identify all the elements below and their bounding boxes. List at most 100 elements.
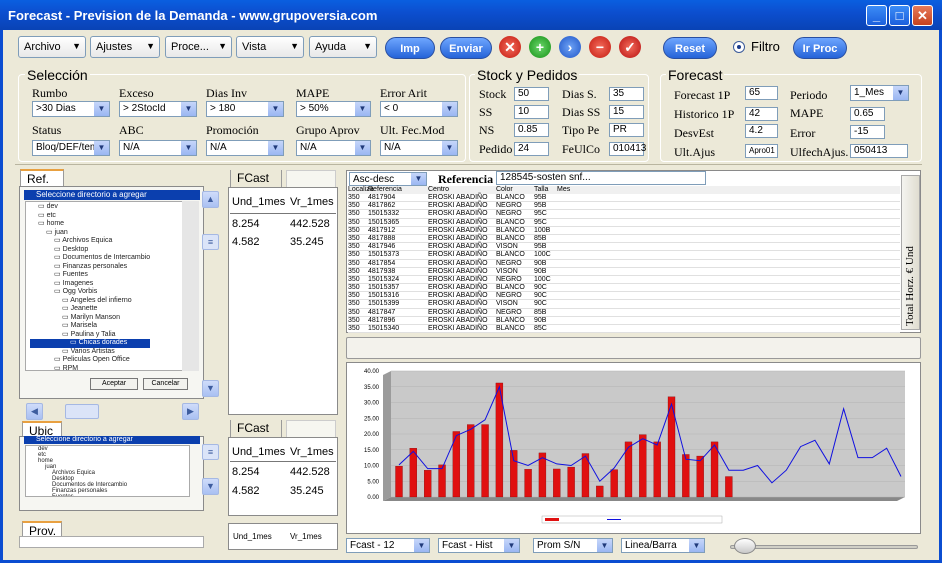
ult-ajus-field[interactable]: Apro01 [745,144,778,158]
tree-item[interactable]: Fuentes [31,494,127,496]
fcast12-select[interactable]: Fcast - 12 ▼ [346,538,430,553]
grid-column-header[interactable]: Referencia [368,186,402,193]
tab-fcast[interactable]: FCast [230,170,282,188]
tipo-pe-field[interactable]: PR [609,123,644,137]
tree-item[interactable]: ▭ home [30,220,150,229]
scroll-thumb[interactable]: ≡ [202,234,219,250]
mape-fc-field[interactable]: 0.65 [850,107,885,121]
menu-vista[interactable]: Vista ▼ [236,36,304,58]
cancel-tree-button[interactable]: Cancelar [143,378,188,390]
historico-1p-field[interactable]: 42 [745,107,778,121]
h-scroll-thumb[interactable] [65,404,99,419]
sort-select[interactable]: Asc-desc ▼ [349,172,427,186]
ss-field[interactable]: 10 [514,105,549,119]
minimize-button[interactable]: _ [866,5,887,26]
tree-item[interactable]: ▭ Imagenes [30,280,150,289]
tree-item[interactable]: ▭ Ogg Vorbis [30,288,150,297]
menu-procesos[interactable]: Proce... ▼ [165,36,232,58]
tree-item[interactable]: ▭ Archivos Equica [30,237,150,246]
reset-button[interactable]: Reset [663,37,717,59]
table-row[interactable]: 350 4817912 EROSKI ABADIÑO BLANCO 100B [348,227,900,235]
mape-select[interactable]: > 50% ▼ [296,101,371,117]
cancel-icon[interactable]: ✕ [499,36,521,58]
table-row[interactable]: 350 4817854 EROSKI ABADIÑO NEGRO 90B [348,260,900,268]
ns-field[interactable]: 0.85 [514,123,549,137]
referencia-field[interactable]: 128545-sosten snf... [496,171,706,185]
zoom-slider-thumb[interactable] [734,538,756,554]
check-icon[interactable]: ✓ [619,36,641,58]
table-row[interactable]: 350 15015365 EROSKI ABADIÑO BLANCO 95C [348,219,900,227]
desvest-field[interactable]: 4.2 [745,124,778,138]
tree-item[interactable]: ▭ Documentos de Intercambio [30,254,150,263]
tree-item[interactable]: ▭ Varios Artistas [30,348,150,357]
ult-fec-mod-select[interactable]: N/A ▼ [380,140,458,156]
feulco-field[interactable]: 010413 [609,142,646,156]
grupo-aprov-select[interactable]: N/A ▼ [296,140,371,156]
grid-column-header[interactable]: Color [496,186,513,193]
close-button[interactable]: ✕ [912,5,933,26]
tab-fcast-empty[interactable] [286,170,336,188]
stock-field[interactable]: 50 [514,87,549,101]
imp-button[interactable]: Imp [385,37,435,59]
filtro-radio[interactable] [733,41,745,53]
scroll-left-icon[interactable]: ◀ [26,403,43,420]
zoom-slider-track[interactable] [730,545,918,549]
error-fc-field[interactable]: -15 [850,125,885,139]
scroll-down-icon[interactable]: ▼ [202,380,219,397]
irproc-button[interactable]: Ir Proc [793,37,847,59]
linea-barra-select[interactable]: Linea/Barra ▼ [621,538,705,553]
enviar-button[interactable]: Enviar [440,37,492,59]
scroll-thumb-2[interactable]: ≡ [202,444,219,460]
next-icon[interactable]: › [559,36,581,58]
error-arit-select[interactable]: < 0 ▼ [380,101,458,117]
tab-fcast-2-empty[interactable] [286,420,336,438]
status-select[interactable]: Bloq/DEF/tem ▼ [32,140,110,156]
table-row[interactable]: 350 4817938 EROSKI ABADIÑO VISON 90B [348,268,900,276]
tree-item[interactable]: ▭ Desktop [30,246,150,255]
menu-ajustes[interactable]: Ajustes ▼ [90,36,160,58]
tree-item[interactable]: ▭ Fuentes [30,271,150,280]
scroll-right-icon[interactable]: ▶ [182,403,199,420]
pedido-field[interactable]: 24 [514,142,549,156]
tree-item[interactable]: ▭ RPM [30,365,150,374]
table-row[interactable]: 350 15015373 EROSKI ABADIÑO BLANCO 100C [348,251,900,260]
promocion-select[interactable]: N/A ▼ [206,140,284,156]
tree-item[interactable]: ▭ Angeles del infierno [30,297,150,306]
table-row[interactable]: 350 4817888 EROSKI ABADIÑO BLANCO 85B [348,235,900,244]
dias-ss-field[interactable]: 15 [609,105,644,119]
scroll-up-icon[interactable]: ▲ [202,191,219,208]
abc-select[interactable]: N/A ▼ [119,140,197,156]
exceso-select[interactable]: > 2StocId ▼ [119,101,197,117]
table-row[interactable]: 350 4817904 EROSKI ABADIÑO BLANCO 95B [348,194,900,203]
grid-column-header[interactable]: Talla [534,186,548,193]
scroll-down-icon-2[interactable]: ▼ [202,478,219,495]
grid-column-header[interactable]: Centro [428,186,449,193]
forecast-1p-field[interactable]: 65 [745,86,778,100]
prom-sn-select[interactable]: Prom S/N ▼ [533,538,613,553]
remove-icon[interactable]: − [589,36,611,58]
tree-item[interactable]: ▭ Marisela [30,322,150,331]
table-row[interactable]: 350 15015399 EROSKI ABADIÑO VISON 90C [348,300,900,309]
maximize-button[interactable]: □ [889,5,910,26]
tree-scrollbar[interactable] [182,201,199,371]
tree-item[interactable]: ▭ Jeanette [30,305,150,314]
fcast-hist-select[interactable]: Fcast - Hist ▼ [438,538,520,553]
ulfech-ajus-field[interactable]: 050413 [850,144,908,158]
tree-item[interactable]: ▭ Finanzas personales [30,263,150,272]
dias-inv-select[interactable]: > 180 ▼ [206,101,284,117]
tree-item[interactable]: ▭ dev [30,203,150,212]
table-row[interactable]: 350 4817847 EROSKI ABADIÑO NEGRO 85B [348,309,900,317]
grid-column-header[interactable]: Mes [557,186,570,193]
tree-item[interactable]: ▭ Peliculas Open Office [30,356,150,365]
tree-item[interactable]: ▭ Marilyn Manson [30,314,150,323]
menu-ayuda[interactable]: Ayuda ▼ [309,36,377,58]
tree-item[interactable]: ▭ Chicas dorades [30,339,151,348]
tree-item[interactable]: ▭ juan [30,229,150,238]
table-row[interactable]: 350 15015332 EROSKI ABADIÑO NEGRO 95C [348,210,900,219]
total-horz-button[interactable]: Total Horz. € Und [901,175,920,330]
menu-archivo[interactable]: Archivo ▼ [18,36,86,58]
accept-button[interactable]: Aceptar [90,378,138,390]
table-row[interactable]: 350 15015340 EROSKI ABADIÑO BLANCO 85C [348,325,900,334]
tab-fcast-2[interactable]: FCast [230,420,282,438]
add-icon[interactable]: + [529,36,551,58]
